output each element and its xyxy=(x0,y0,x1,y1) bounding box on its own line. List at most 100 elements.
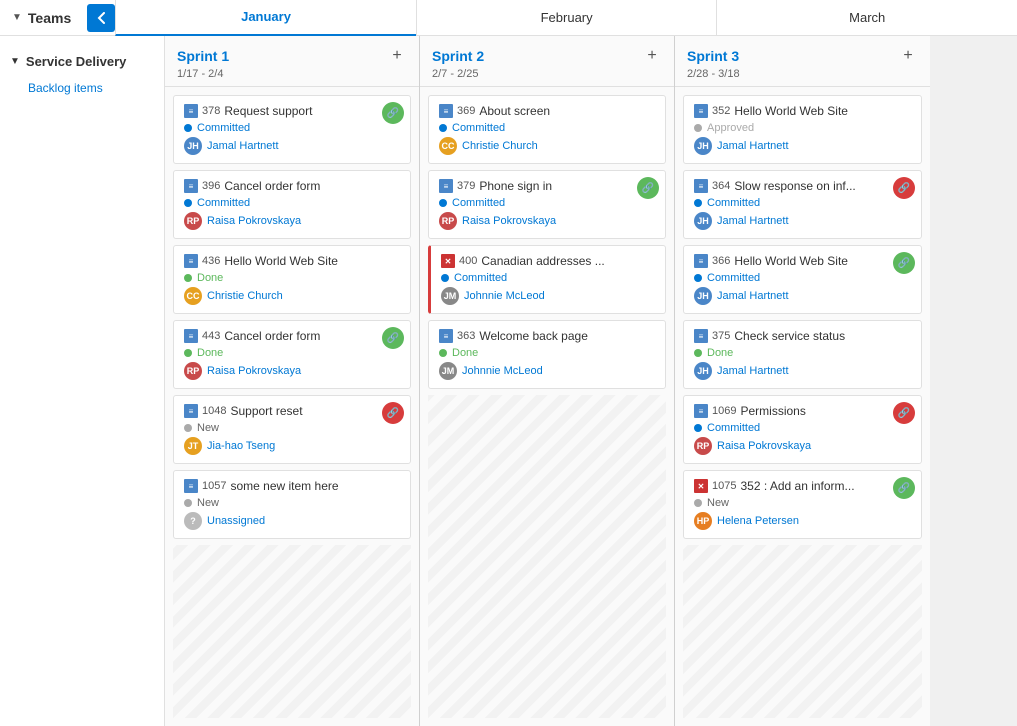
avatar: RP xyxy=(694,437,712,455)
card-status: Committed xyxy=(694,272,911,284)
card-assignee: JHJamal Hartnett xyxy=(184,137,400,155)
card-item[interactable]: ≡1069Permissions Committed RP Raisa Pokrovs… xyxy=(683,395,922,464)
card-title: Hello World Web Site xyxy=(734,254,911,268)
status-dot xyxy=(694,124,702,132)
card-status: Committed xyxy=(184,122,400,134)
teams-label: Teams xyxy=(28,10,71,26)
sprint-add-button-sprint3[interactable]: + xyxy=(898,46,918,66)
sprint-title-text-sprint2: Sprint 2 xyxy=(432,48,484,64)
status-dot xyxy=(184,499,192,507)
card-assignee: JHJamal Hartnett xyxy=(694,212,911,230)
link-badge[interactable]: 🔗 xyxy=(382,102,404,124)
status-dot xyxy=(184,199,192,207)
card-top-row: ≡1048Support reset xyxy=(184,404,400,418)
avatar: JT xyxy=(184,437,202,455)
assignee-name: Jamal Hartnett xyxy=(717,290,789,302)
link-badge[interactable]: 🔗 xyxy=(382,402,404,424)
card-status: New xyxy=(694,497,911,509)
link-badge[interactable]: 🔗 xyxy=(893,477,915,499)
cards-container-sprint3: ≡352Hello World Web SiteApprovedJHJamal … xyxy=(675,87,930,726)
sprint-title-text-sprint3: Sprint 3 xyxy=(687,48,739,64)
status-dot xyxy=(694,424,702,432)
card-title: About screen xyxy=(479,104,655,118)
card-status: Done xyxy=(694,347,911,359)
link-badge[interactable]: 🔗 xyxy=(893,402,915,424)
card-assignee: JHJamal Hartnett xyxy=(694,362,911,380)
story-icon: ≡ xyxy=(439,179,453,193)
status-dot xyxy=(184,349,192,357)
card-assignee: RP Raisa Pokrovskaya xyxy=(694,437,911,455)
card-item[interactable]: ≡436Hello World Web SiteDoneCCChristie C… xyxy=(173,245,411,314)
card-item[interactable]: ✕1075352 : Add an inform...NewHPHelena P… xyxy=(683,470,922,539)
sprint-add-button-sprint2[interactable]: + xyxy=(642,46,662,66)
assignee-name: Raisa Pokrovskaya xyxy=(717,440,811,452)
link-badge[interactable]: 🔗 xyxy=(893,252,915,274)
tab-february[interactable]: February xyxy=(416,0,717,36)
card-title: Request support xyxy=(224,104,400,118)
status-label: Committed xyxy=(197,197,250,209)
card-item[interactable]: ≡396Cancel order form Committed RPRaisa Po… xyxy=(173,170,411,239)
story-icon: ≡ xyxy=(439,104,453,118)
sidebar-item-backlog[interactable]: Backlog items xyxy=(0,75,164,101)
assignee-name: Johnnie McLeod xyxy=(462,365,543,377)
card-item[interactable]: ≡378Request supportCommittedJHJamal Hart… xyxy=(173,95,411,164)
status-dot xyxy=(441,274,449,282)
card-top-row: ≡1069Permissions xyxy=(694,404,911,418)
card-title: Phone sign in xyxy=(479,179,655,193)
card-title: Slow response on inf... xyxy=(734,179,911,193)
sidebar-service-delivery[interactable]: ▼ Service Delivery xyxy=(0,48,164,75)
sprint-add-button-sprint1[interactable]: + xyxy=(387,46,407,66)
card-assignee: JMJohnnie McLeod xyxy=(441,287,655,305)
status-label: New xyxy=(707,497,729,509)
card-assignee: JHJamal Hartnett xyxy=(694,137,911,155)
status-label: New xyxy=(197,497,219,509)
teams-toggle[interactable]: ▼ Teams xyxy=(0,0,83,35)
card-id: 396 xyxy=(202,180,220,192)
status-dot xyxy=(694,349,702,357)
column-filler xyxy=(428,395,666,718)
status-dot xyxy=(439,199,447,207)
assignee-name: Johnnie McLeod xyxy=(464,290,545,302)
column-filler xyxy=(683,545,922,718)
card-item[interactable]: ≡363Welcome back pageDoneJMJohnnie McLeo… xyxy=(428,320,666,389)
status-label: Done xyxy=(197,272,223,284)
sprint-column-sprint2: Sprint 2+2/7 - 2/25≡369About screenCommi… xyxy=(420,36,675,726)
card-id: 366 xyxy=(712,255,730,267)
card-id: 1057 xyxy=(202,480,226,492)
card-item[interactable]: ≡379Phone sign inCommittedRPRaisa Pokrov… xyxy=(428,170,666,239)
card-status: Committed xyxy=(694,422,911,434)
tab-january[interactable]: January xyxy=(115,0,416,36)
card-item[interactable]: ≡375Check service statusDoneJHJamal Hart… xyxy=(683,320,922,389)
link-badge[interactable]: 🔗 xyxy=(893,177,915,199)
link-badge[interactable]: 🔗 xyxy=(637,177,659,199)
card-item[interactable]: ≡369About screenCommittedCCChristie Chur… xyxy=(428,95,666,164)
card-item[interactable]: ≡1048Support resetNewJTJia-hao Tseng🔗 xyxy=(173,395,411,464)
card-item[interactable]: ≡352Hello World Web SiteApprovedJHJamal … xyxy=(683,95,922,164)
status-label: Committed xyxy=(707,197,760,209)
story-icon: ≡ xyxy=(439,329,453,343)
card-top-row: ≡396Cancel order form xyxy=(184,179,400,193)
story-icon: ≡ xyxy=(694,254,708,268)
avatar: JH xyxy=(694,137,712,155)
teams-chevron-icon: ▼ xyxy=(12,12,22,23)
avatar: RP xyxy=(184,212,202,230)
card-item[interactable]: ≡443Cancel order formDoneRPRaisa Pokrovs… xyxy=(173,320,411,389)
card-top-row: ≡436Hello World Web Site xyxy=(184,254,400,268)
card-assignee: RPRaisa Pokrovskaya xyxy=(184,212,400,230)
tab-march[interactable]: March xyxy=(716,0,1017,36)
bug-icon: ✕ xyxy=(441,254,455,268)
sprint-dates-sprint1: 1/17 - 2/4 xyxy=(177,68,407,80)
card-status: Done xyxy=(184,272,400,284)
card-item[interactable]: ✕400Canadian addresses ...CommittedJMJoh… xyxy=(428,245,666,314)
card-item[interactable]: ≡366Hello World Web SiteCommittedJHJamal… xyxy=(683,245,922,314)
content-area: Sprint 1+1/17 - 2/4≡378Request supportCo… xyxy=(165,36,1017,726)
nav-back-button[interactable] xyxy=(87,4,115,32)
link-badge[interactable]: 🔗 xyxy=(382,327,404,349)
card-item[interactable]: ≡364Slow response on inf...CommittedJHJa… xyxy=(683,170,922,239)
card-id: 379 xyxy=(457,180,475,192)
card-item[interactable]: ≡1057some new item hereNew?Unassigned xyxy=(173,470,411,539)
status-dot xyxy=(184,424,192,432)
assignee-name: Jamal Hartnett xyxy=(717,215,789,227)
assignee-name: Unassigned xyxy=(207,515,265,527)
story-icon: ≡ xyxy=(184,329,198,343)
